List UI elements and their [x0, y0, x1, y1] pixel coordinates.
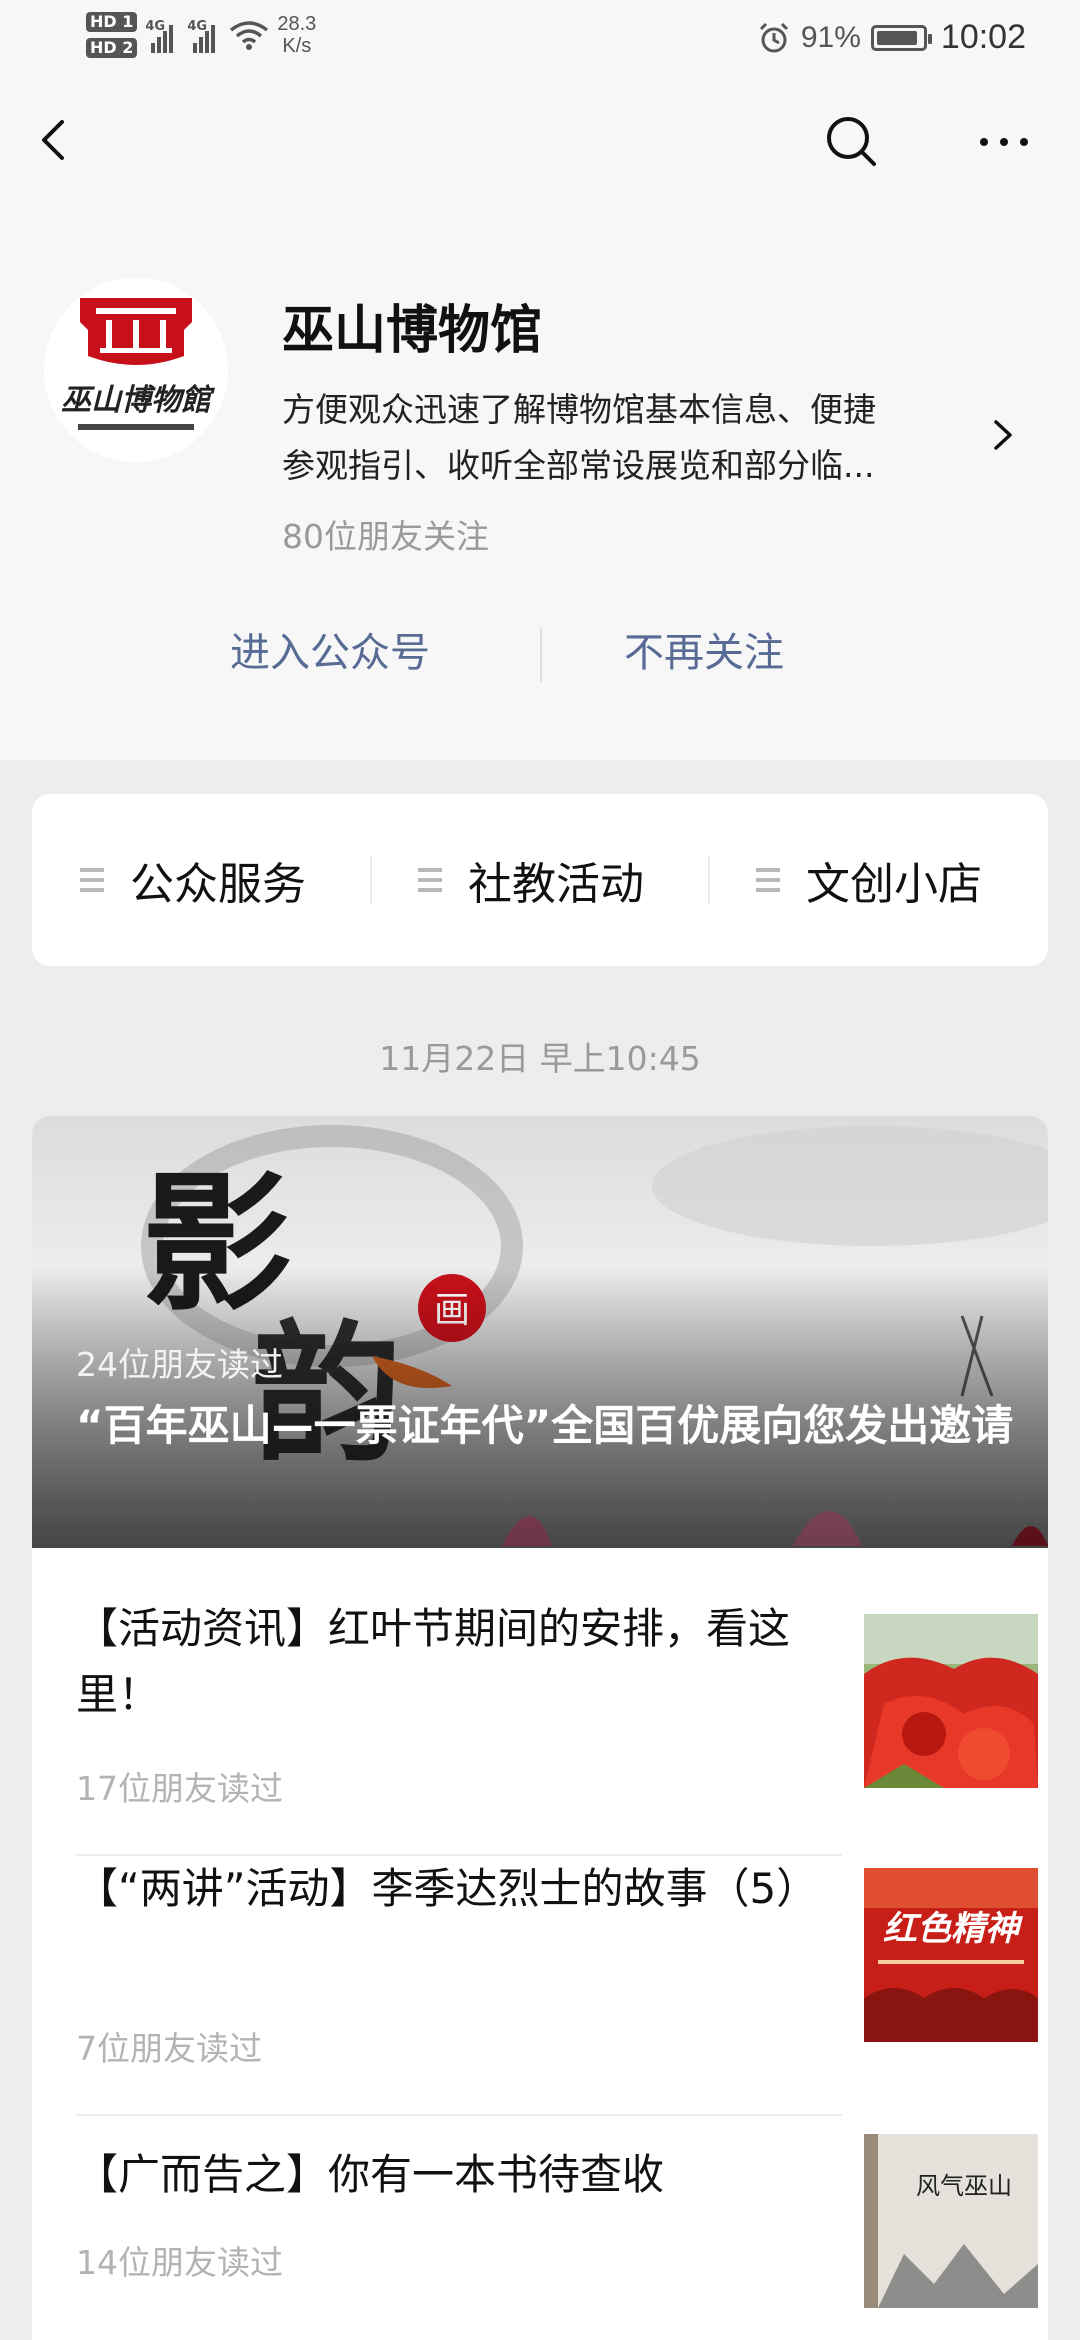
status-left: HD 1 HD 2 4G 4G 28.3 K/s: [86, 12, 316, 58]
battery-percent: 91%: [800, 20, 861, 54]
red-spirit-poster: 红色精神: [864, 1868, 1038, 2042]
more-dots-icon[interactable]: [974, 112, 1034, 172]
menu-divider: [370, 856, 372, 904]
article-card: 影 韵 画 24位朋友读过 “百年巫山—一票证年代”全国百优展向您发出邀请 【活…: [32, 1116, 1048, 2340]
description-line-1: 方便观众迅速了解博物馆基本信息、便捷: [282, 390, 876, 429]
article-thumbnail: 风气巫山: [864, 2134, 1038, 2308]
account-menu: 公众服务 社教活动 文创小店: [32, 794, 1048, 966]
book-cover-image: 风气巫山: [864, 2134, 1038, 2308]
chevron-right-icon[interactable]: [988, 410, 1018, 460]
article-thumbnail: 红色精神: [864, 1868, 1038, 2042]
account-profile: 巫山博物館 巫山博物馆 方便观众迅速了解博物馆基本信息、便捷 参观指引、收听全部…: [0, 210, 1080, 760]
wifi-icon: [230, 21, 269, 50]
account-avatar[interactable]: 巫山博物館: [44, 278, 228, 462]
speed-unit: K/s: [282, 35, 312, 57]
article-title: 【“两讲”活动】李季达烈士的故事（5）: [76, 1864, 819, 1913]
article-title: 【广而告之】你有一本书待查收: [76, 2150, 665, 2199]
menu-divider: [708, 856, 710, 904]
speed-value: 28.3: [277, 13, 317, 35]
account-name: 巫山博物馆: [282, 301, 543, 361]
network-1-label: 4G: [145, 19, 166, 34]
list-item[interactable]: 【广而告之】你有一本书待查收 14位朋友读过 风气巫山: [76, 2116, 1048, 2340]
hd-indicators: HD 1 HD 2: [86, 12, 138, 58]
account-description[interactable]: 方便观众迅速了解博物馆基本信息、便捷 参观指引、收听全部常设展览和部分临...: [282, 382, 972, 494]
message-timestamp: 11月22日 早上10:45: [379, 1039, 701, 1078]
network-2-label: 4G: [187, 19, 208, 34]
hero-title: “百年巫山—一票证年代”全国百优展向您发出邀请: [76, 1401, 1014, 1450]
article-read-count: 7位朋友读过: [76, 2029, 262, 2068]
status-bar: HD 1 HD 2 4G 4G 28.3 K/s 91% 10:02: [0, 0, 1080, 80]
menu-item-public-service[interactable]: 公众服务: [80, 794, 306, 966]
menu-list-icon: [418, 868, 442, 892]
sim2-hd-badge: HD 2: [86, 38, 138, 58]
menu-list-icon: [756, 868, 780, 892]
sim1-hd-badge: HD 1: [86, 12, 138, 32]
menu-item-label: 公众服务: [130, 859, 306, 910]
hero-article[interactable]: 影 韵 画 24位朋友读过 “百年巫山—一票证年代”全国百优展向您发出邀请: [32, 1116, 1048, 1548]
svg-text:巫山博物館: 巫山博物館: [61, 383, 215, 418]
follower-count: 80位朋友关注: [282, 517, 489, 556]
list-item[interactable]: 【“两讲”活动】李季达烈士的故事（5） 7位朋友读过 红色精神: [76, 1856, 1048, 2136]
menu-list-icon: [80, 868, 104, 892]
article-title: 【活动资讯】红叶节期间的安排，看这里！: [76, 1604, 791, 1719]
status-right: 91% 10:02: [757, 18, 1026, 57]
battery-icon: [870, 24, 932, 51]
nav-bar: [0, 80, 1080, 210]
hero-read-count: 24位朋友读过: [76, 1345, 283, 1384]
profile-actions: 进入公众号 不再关注: [0, 620, 1080, 690]
article-thumbnail: [864, 1614, 1038, 1788]
article-read-count: 17位朋友读过: [76, 1769, 283, 1808]
list-item[interactable]: 【活动资讯】红叶节期间的安排，看这里！ 17位朋友读过: [76, 1596, 1048, 1876]
enter-account-button[interactable]: 进入公众号: [230, 620, 430, 678]
action-divider: [540, 628, 542, 682]
description-line-2: 参观指引、收听全部常设展览和部分临...: [282, 446, 875, 485]
battery-fill: [876, 30, 917, 45]
red-leaves-image: [864, 1614, 1038, 1788]
menu-item-label: 文创小店: [806, 859, 982, 910]
unfollow-button[interactable]: 不再关注: [624, 620, 784, 678]
menu-item-label: 社教活动: [468, 859, 644, 910]
book-title: 风气巫山: [916, 2172, 1012, 2200]
hero-gradient: [32, 1116, 1048, 1548]
poster-title: 红色精神: [883, 1909, 1023, 1949]
signal-2-icon: 4G: [187, 17, 221, 53]
museum-logo: 巫山博物館: [44, 278, 228, 462]
menu-item-education[interactable]: 社教活动: [418, 794, 644, 966]
clock: 10:02: [940, 18, 1026, 56]
network-speed: 28.3 K/s: [277, 13, 316, 57]
chevron-left-icon[interactable]: [30, 110, 80, 170]
search-icon[interactable]: [822, 112, 882, 172]
signal-1-icon: 4G: [145, 17, 179, 53]
article-read-count: 14位朋友读过: [76, 2243, 283, 2282]
menu-item-shop[interactable]: 文创小店: [756, 794, 982, 966]
alarm-icon: [759, 22, 788, 52]
